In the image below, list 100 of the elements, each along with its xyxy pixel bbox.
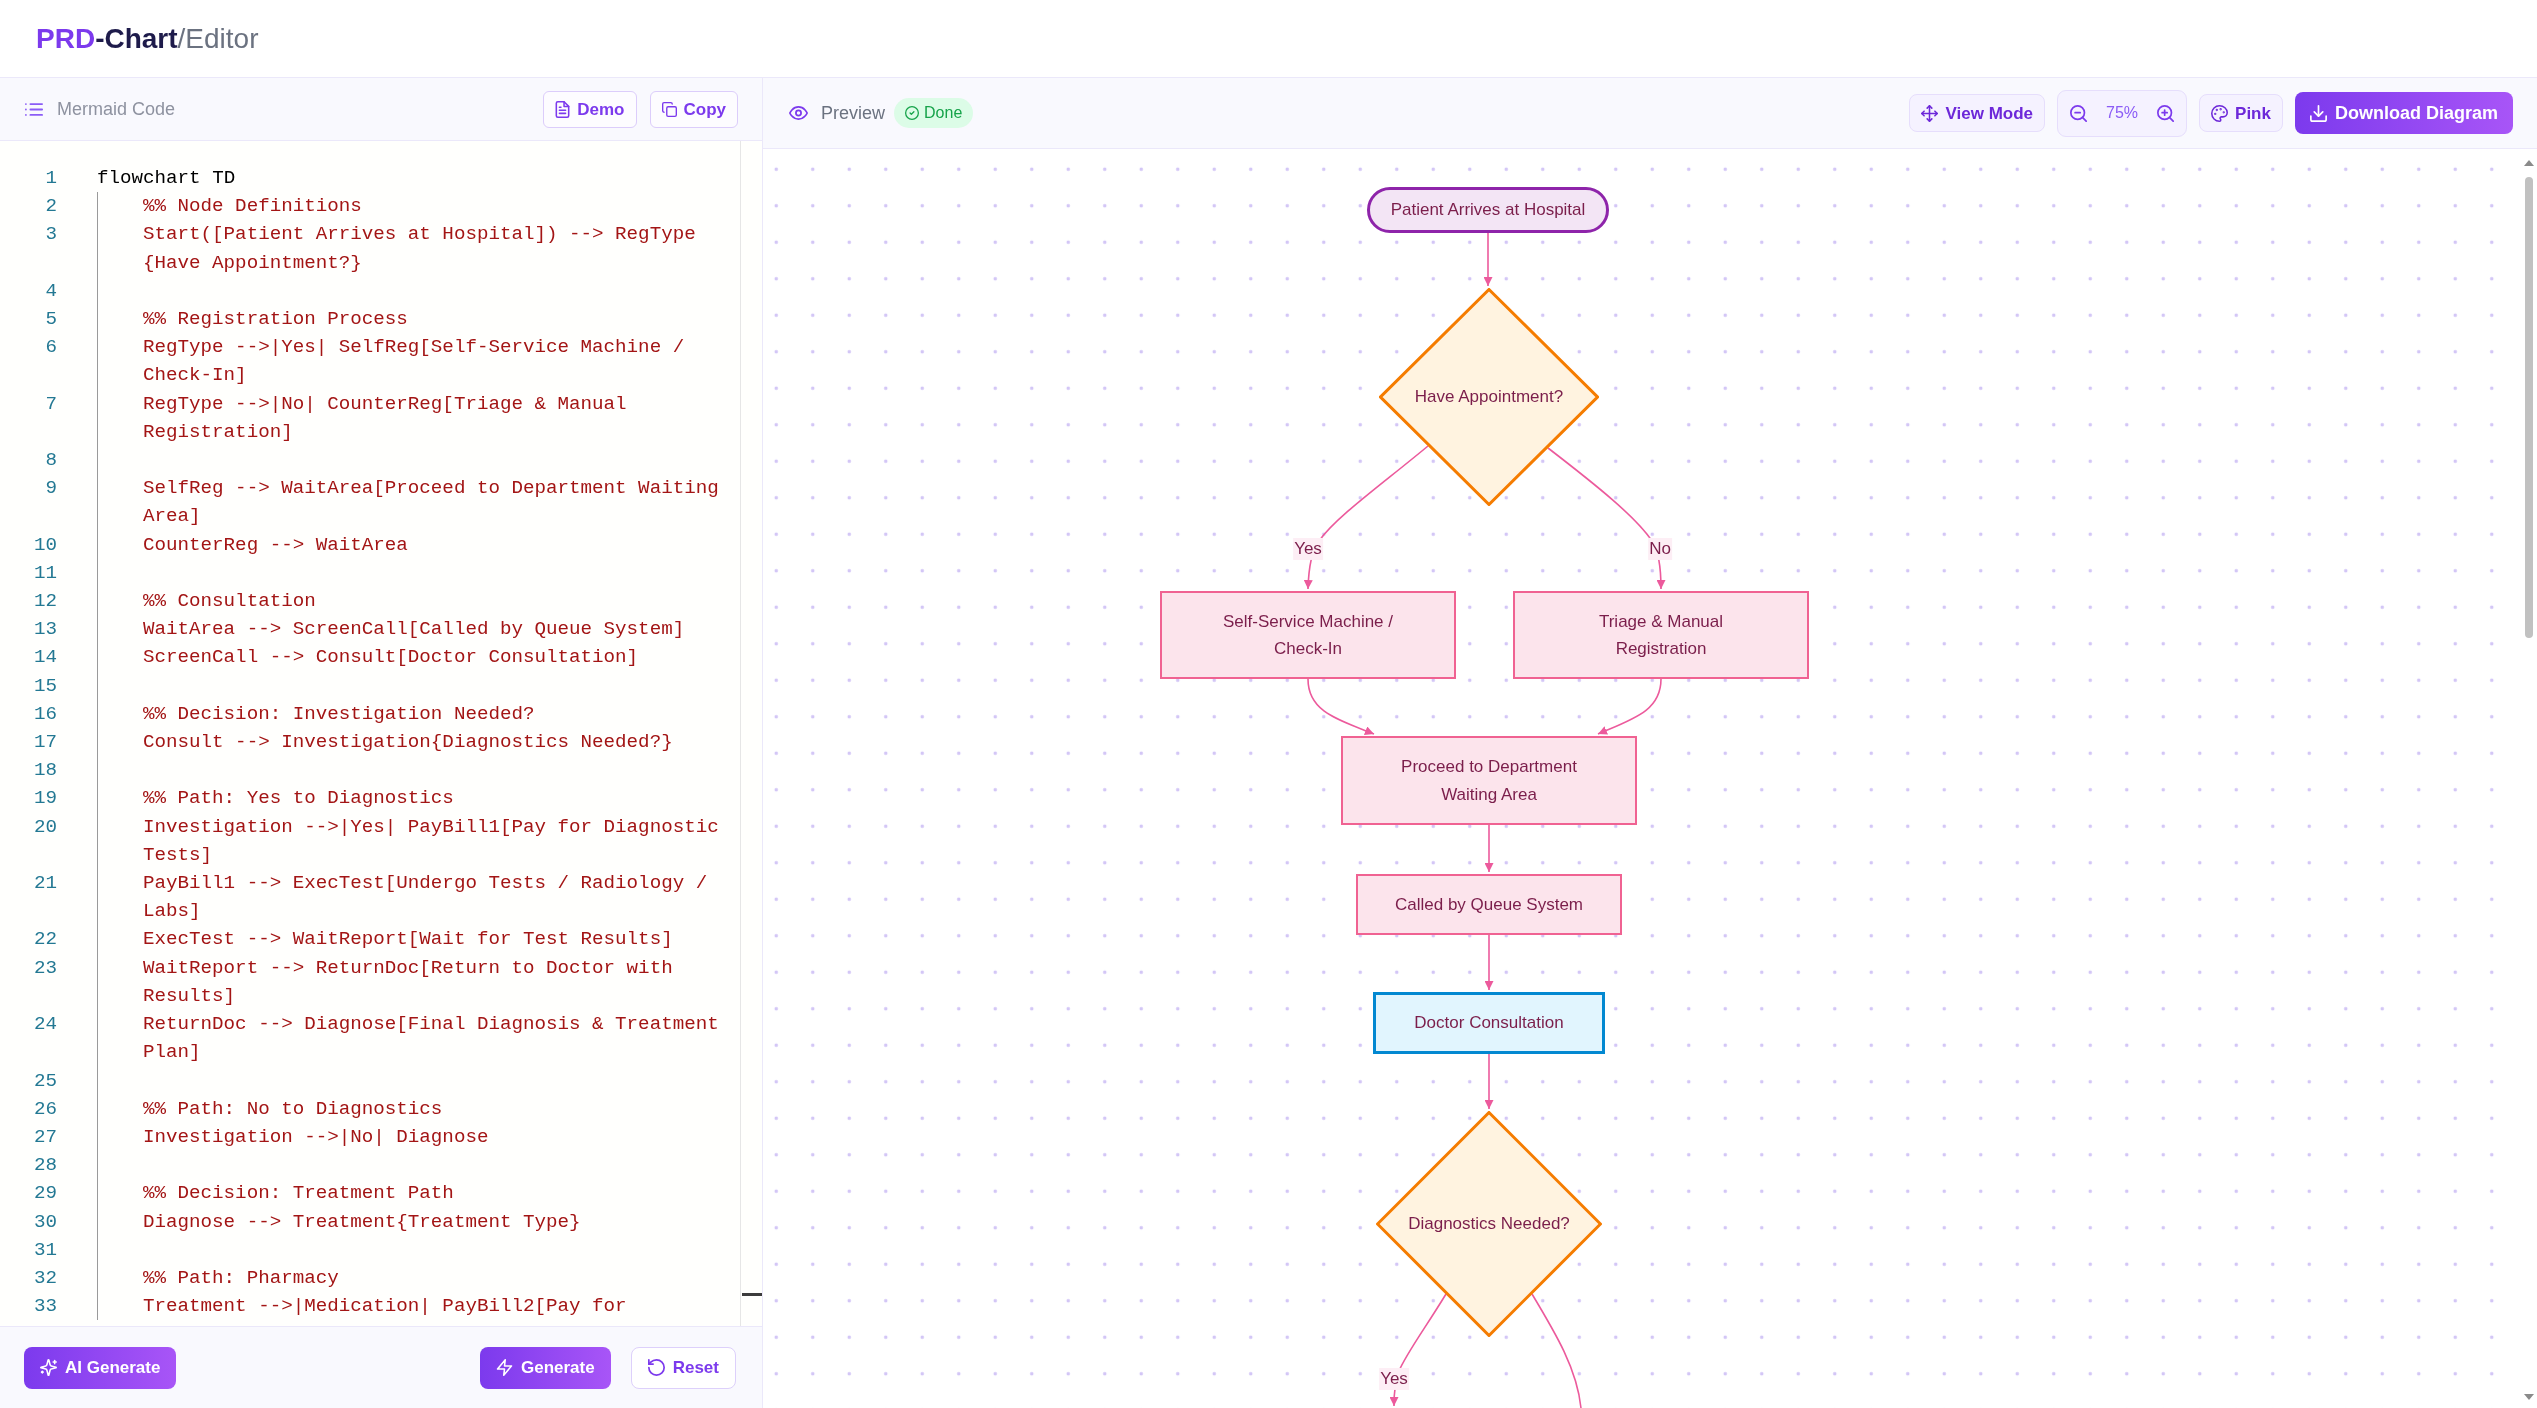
code-text: Consult --> Investigation{Diagnostics Needed?} <box>143 730 673 756</box>
line-number: 5 <box>44 307 57 332</box>
scrollbar-thumb[interactable] <box>2524 177 2533 638</box>
code-text: RegType -->|Yes| SelfReg[Self-Service Machine / Check-In] <box>143 335 686 389</box>
edge-label: Yes <box>1379 1367 1409 1391</box>
line-number: 11 <box>32 560 57 586</box>
code-text: RegType -->|No| CounterReg[Triage & Manual Registration] <box>143 391 628 445</box>
reset-button[interactable]: Reset <box>630 1346 736 1389</box>
code-text: Investigation -->|Yes| PayBill1[Pay for Diagnostic Tests] <box>143 814 720 868</box>
line-number: 8 <box>44 448 57 474</box>
line-number: 29 <box>32 1181 57 1207</box>
line-number: 25 <box>32 1068 57 1094</box>
connector-arrow <box>1483 232 1493 287</box>
connector-arrow <box>1307 678 1375 735</box>
ai-generate-button[interactable]: AI Generate <box>24 1346 177 1389</box>
connector-arrow <box>1484 1053 1494 1110</box>
code-text: ReturnDoc --> Diagnose[Final Diagnosis & Treatment Plan] <box>143 1012 720 1066</box>
line-number: 28 <box>32 1153 57 1179</box>
process-node: Self-Service Machine / Check-In <box>1160 591 1456 679</box>
line-number: 22 <box>32 927 57 953</box>
panel-title: Preview <box>821 101 886 125</box>
zoom-level: 75% <box>2106 103 2139 123</box>
process-node: Proceed to Department Waiting Area <box>1341 736 1637 825</box>
line-number: 20 <box>32 814 57 840</box>
line-number: 12 <box>32 589 57 615</box>
app-title: PRD-Chart/Editor <box>36 21 259 56</box>
demo-button[interactable]: Demo <box>543 90 637 128</box>
line-number: 10 <box>32 532 57 558</box>
check-circle-icon <box>905 106 920 120</box>
line-number: 1 <box>44 166 57 191</box>
line-number: 2 <box>44 194 57 220</box>
line-number: 21 <box>32 871 57 897</box>
line-number: 32 <box>32 1265 57 1291</box>
line-number: 18 <box>32 758 57 784</box>
document-icon <box>555 100 571 118</box>
code-text: %% Consultation <box>143 589 316 615</box>
process-node: Called by Queue System <box>1356 874 1622 935</box>
start-node: Patient Arrives at Hospital <box>1367 187 1609 233</box>
zoom-in-icon <box>2157 104 2175 122</box>
line-number: 4 <box>44 278 57 304</box>
code-text: %% Decision: Investigation Needed? <box>143 701 535 727</box>
view-mode-button[interactable]: View Mode <box>1909 94 2046 132</box>
line-number: 23 <box>32 955 57 981</box>
line-number: 14 <box>32 645 57 671</box>
code-text: Start([Patient Arrives at Hospital]) --> RegType {Have Appointment?} <box>143 222 697 276</box>
code-text: WaitReport --> ReturnDoc[Return to Doctor with Results] <box>143 955 674 1009</box>
edge-label: Yes <box>1293 537 1323 561</box>
status-label: Done <box>924 103 963 123</box>
eye-icon <box>789 106 808 120</box>
process-node: Triage & Manual Registration <box>1513 591 1809 679</box>
code-text: CounterReg --> WaitArea <box>143 532 408 558</box>
copy-button[interactable]: Copy <box>649 90 738 128</box>
generate-button[interactable]: Generate <box>480 1346 611 1389</box>
line-number: 6 <box>44 335 57 361</box>
line-number: 19 <box>32 786 57 812</box>
line-number: 13 <box>32 617 57 643</box>
code-text: Diagnose --> Treatment{Treatment Type} <box>143 1209 581 1235</box>
list-icon <box>25 102 43 116</box>
line-number: 30 <box>32 1209 57 1235</box>
panel-title: Mermaid Code <box>57 97 176 121</box>
zoom-out-icon <box>2070 104 2088 122</box>
scroll-up-arrow-icon[interactable] <box>2523 160 2534 166</box>
line-number: 16 <box>32 701 57 727</box>
circular-arrow-icon <box>647 1359 665 1376</box>
lightning-icon <box>496 1359 513 1376</box>
code-text: ExecTest --> WaitReport[Wait for Test Results] <box>143 927 673 953</box>
move-arrows-icon <box>1921 104 1939 122</box>
code-text: %% Node Definitions <box>143 194 362 220</box>
palette-icon <box>2211 104 2229 122</box>
code-text: WaitArea --> ScreenCall[Called by Queue System] <box>143 617 685 643</box>
scrollbar-marker <box>742 1293 762 1296</box>
line-number: 3 <box>44 222 57 248</box>
line-number: 15 <box>32 673 57 699</box>
code-text: %% Path: Yes to Diagnostics <box>143 786 454 812</box>
line-number: 7 <box>44 391 57 417</box>
download-button[interactable]: Download Diagram <box>2294 92 2513 134</box>
line-number: 17 <box>32 730 57 756</box>
code-text: ScreenCall --> Consult[Doctor Consultation] <box>143 645 639 671</box>
code-text: %% Path: Pharmacy <box>143 1265 339 1291</box>
sparkles-icon <box>40 1359 57 1376</box>
line-number: 27 <box>32 1124 57 1150</box>
line-number: 26 <box>32 1096 57 1122</box>
copy-icon <box>661 100 677 118</box>
decision-node: Have Appointment? <box>1379 288 1599 506</box>
connector-arrow <box>1484 824 1494 873</box>
edge-label: No <box>1648 537 1672 561</box>
line-number: 33 <box>32 1294 57 1320</box>
theme-button[interactable]: Pink <box>2199 94 2283 132</box>
code-text: SelfReg --> WaitArea[Proceed to Department Waiting Area] <box>143 476 720 530</box>
line-number: 31 <box>32 1237 57 1263</box>
highlighted-process-node: Doctor Consultation <box>1373 992 1605 1054</box>
connector-arrow <box>1597 678 1662 735</box>
line-number: 24 <box>32 1012 57 1038</box>
scroll-down-arrow-icon[interactable] <box>2523 1394 2534 1400</box>
code-text: Treatment -->|Medication| PayBill2[Pay for <box>143 1294 627 1320</box>
code-text: PayBill1 --> ExecTest[Undergo Tests / Radiology / Labs] <box>143 871 709 925</box>
line-number: 9 <box>44 476 57 502</box>
decision-node: Diagnostics Needed? <box>1376 1111 1602 1337</box>
code-text: Investigation -->|No| Diagnose <box>143 1124 489 1150</box>
code-text: %% Registration Process <box>143 307 408 332</box>
